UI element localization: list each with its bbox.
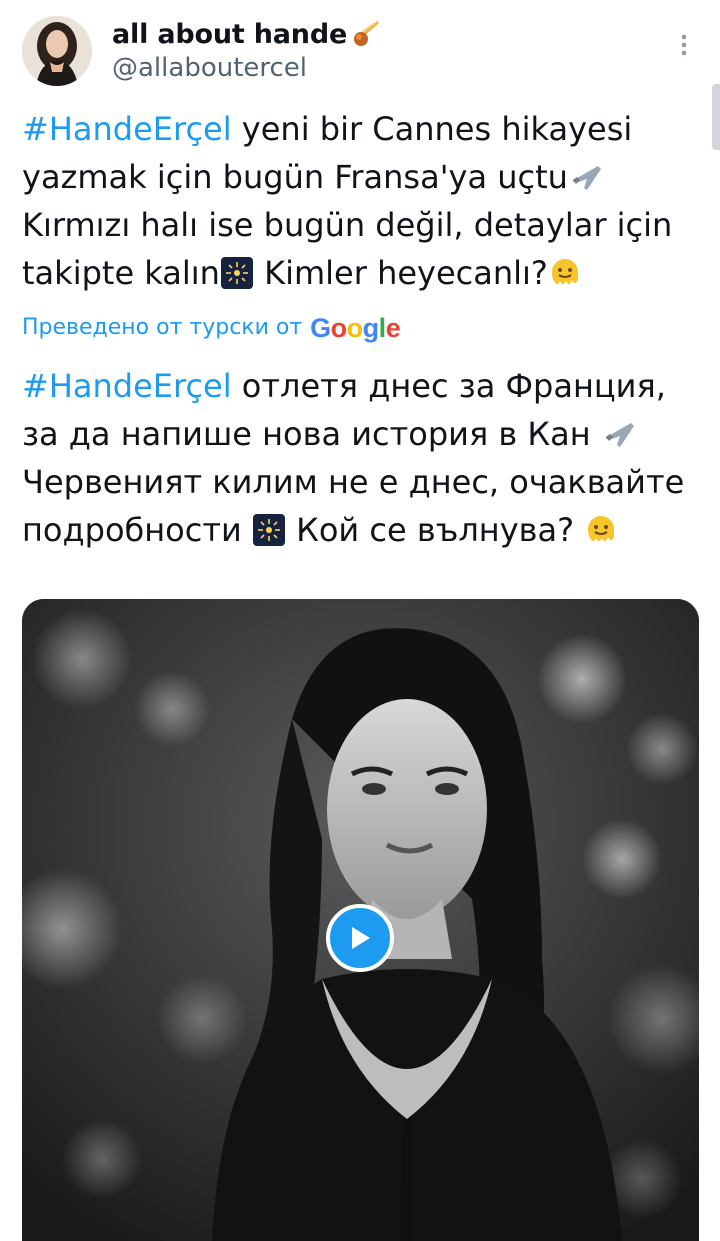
melting-face-icon bbox=[548, 255, 582, 289]
tweet-text: #HandeErçel yeni bir Cannes hikayesi yaz… bbox=[22, 105, 702, 297]
handle[interactable]: @allaboutercel bbox=[112, 52, 379, 84]
translated-text-part: Кой се вълнува? bbox=[285, 511, 585, 549]
avatar[interactable] bbox=[22, 16, 92, 86]
display-name-row[interactable]: all about hande bbox=[112, 20, 379, 50]
hashtag-link[interactable]: #HandeErçel bbox=[22, 367, 232, 405]
tweet-header: all about hande @allaboutercel bbox=[22, 14, 698, 90]
airplane-icon bbox=[601, 416, 635, 450]
airplane-icon bbox=[568, 159, 602, 193]
translation-note[interactable]: Преведено от турски от Google bbox=[22, 311, 401, 345]
video-media[interactable] bbox=[22, 599, 699, 1241]
translation-note-text: Преведено от турски от bbox=[22, 315, 303, 340]
fireworks-icon bbox=[252, 512, 286, 546]
display-name[interactable]: all about hande bbox=[112, 20, 347, 50]
more-options-icon[interactable] bbox=[674, 30, 694, 60]
translated-text: #HandeErçel отлетя днес за Франция, за д… bbox=[22, 362, 702, 554]
play-button[interactable] bbox=[326, 904, 394, 972]
melting-face-icon bbox=[584, 512, 618, 546]
tweet-text-part: Kimler heyecanlı? bbox=[253, 254, 548, 292]
scrollbar-thumb[interactable] bbox=[712, 84, 720, 150]
hashtag-link[interactable]: #HandeErçel bbox=[22, 110, 232, 148]
author-names: all about hande @allaboutercel bbox=[112, 20, 379, 84]
play-icon bbox=[352, 927, 370, 949]
google-logo: Google bbox=[310, 313, 401, 343]
comet-icon bbox=[351, 21, 379, 49]
fireworks-icon bbox=[220, 255, 254, 289]
